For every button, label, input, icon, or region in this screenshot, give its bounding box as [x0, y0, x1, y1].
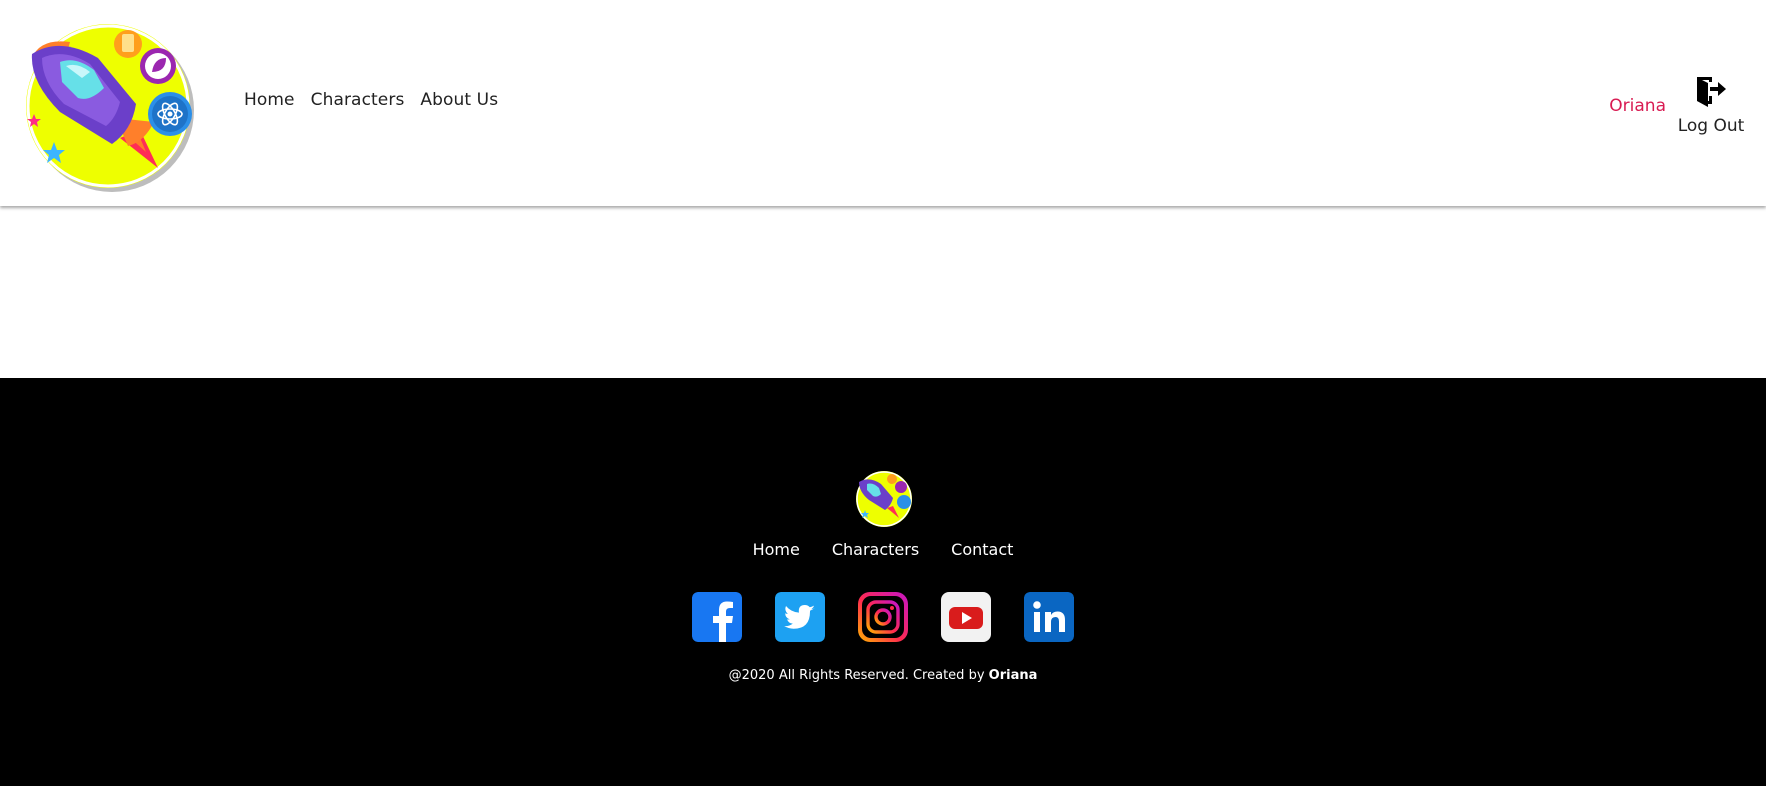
main-nav: Home Characters About Us: [244, 90, 498, 110]
copyright-text: @2020 All Rights Reserved. Created by: [728, 668, 989, 683]
site-footer: Home Characters Contact @2020 All Rights…: [0, 378, 1766, 786]
logout-label: Log Out: [1677, 116, 1745, 136]
copyright-author: Oriana: [988, 668, 1038, 683]
linkedin-icon[interactable]: [1024, 592, 1074, 642]
footer-rocket-logo-icon[interactable]: [855, 470, 913, 528]
footer-nav-contact[interactable]: Contact: [951, 540, 1013, 559]
footer-nav-characters[interactable]: Characters: [832, 540, 919, 559]
nav-about-us[interactable]: About Us: [420, 90, 498, 110]
twitter-icon[interactable]: [775, 592, 825, 642]
nav-characters[interactable]: Characters: [311, 90, 405, 110]
user-name: Oriana: [1609, 96, 1666, 116]
rocket-logo-icon[interactable]: [20, 18, 196, 194]
footer-nav-home[interactable]: Home: [753, 540, 800, 559]
logout-button[interactable]: Log Out: [1676, 74, 1746, 146]
facebook-icon[interactable]: [692, 592, 742, 642]
nav-home[interactable]: Home: [244, 90, 295, 110]
footer-nav: Home Characters Contact: [0, 540, 1766, 559]
main-content: [0, 206, 1766, 378]
copyright: @2020 All Rights Reserved. Created by Or…: [0, 668, 1766, 683]
instagram-icon[interactable]: [858, 592, 908, 642]
logout-door-icon: [1697, 77, 1726, 107]
site-header: Home Characters About Us Oriana Log Out: [0, 0, 1766, 206]
youtube-icon[interactable]: [941, 592, 991, 642]
social-links: [0, 592, 1766, 642]
